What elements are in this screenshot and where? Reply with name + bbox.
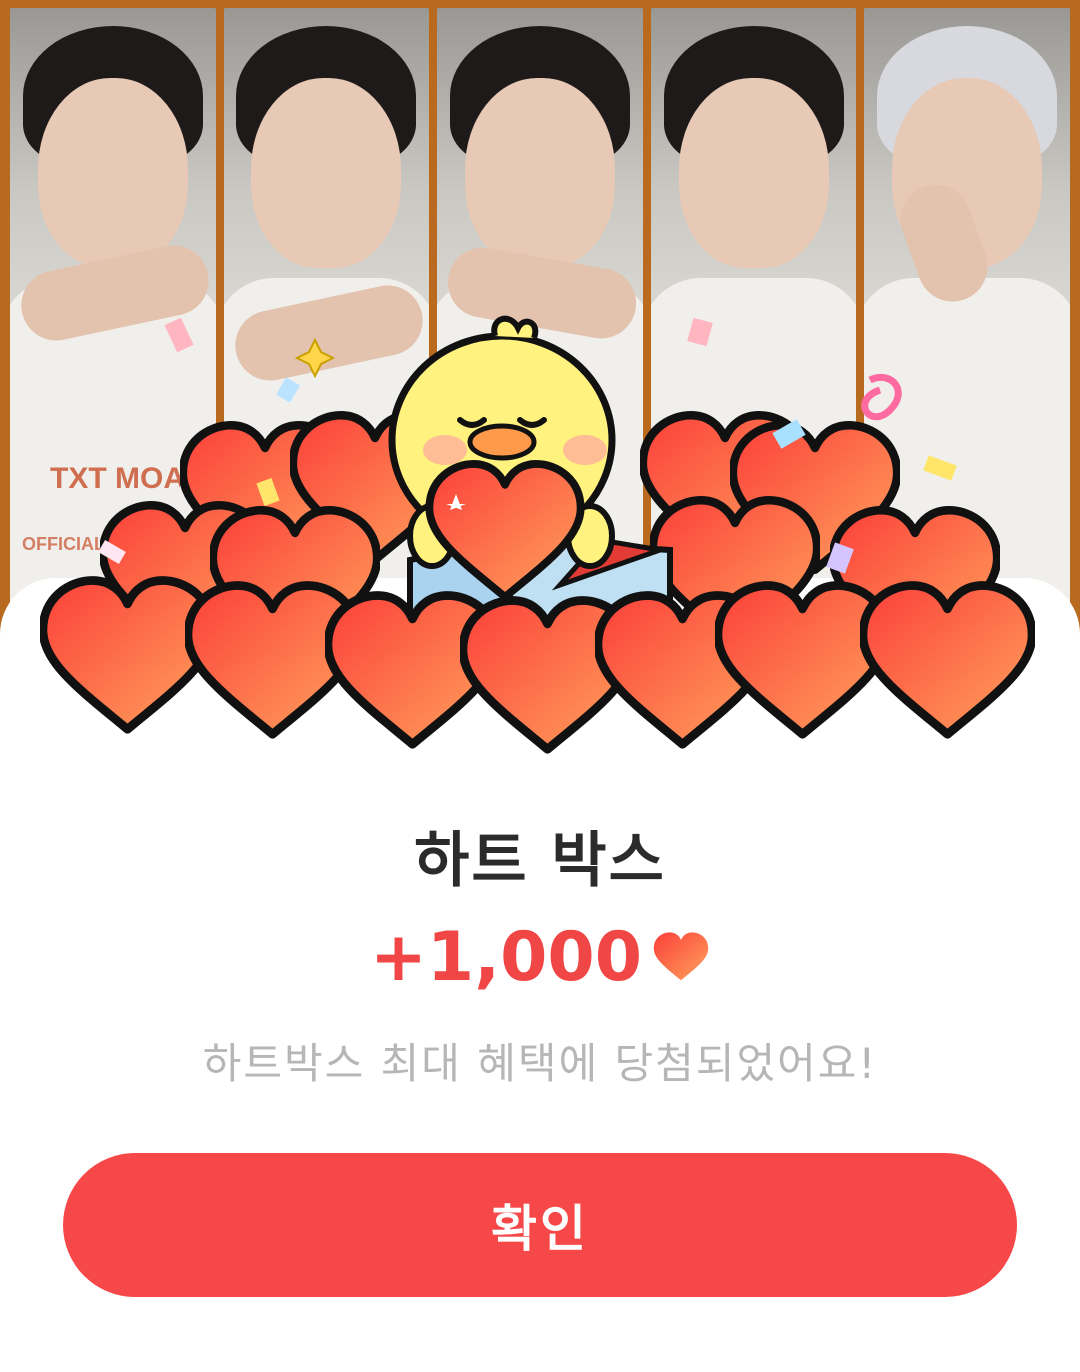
confirm-button-label: 확인 bbox=[491, 1200, 589, 1258]
popup-title: 하트 박스 bbox=[414, 826, 666, 896]
reward-amount-row: +1,000 bbox=[0, 918, 1080, 997]
reward-message: 하트박스 최대 혜택에 당첨되었어요! bbox=[202, 1039, 878, 1088]
heart-icon bbox=[653, 931, 709, 980]
heart-box-illustration bbox=[40, 315, 1040, 770]
reward-amount: +1,000 bbox=[369, 918, 643, 997]
confirm-button[interactable]: 확인 bbox=[63, 1153, 1017, 1297]
